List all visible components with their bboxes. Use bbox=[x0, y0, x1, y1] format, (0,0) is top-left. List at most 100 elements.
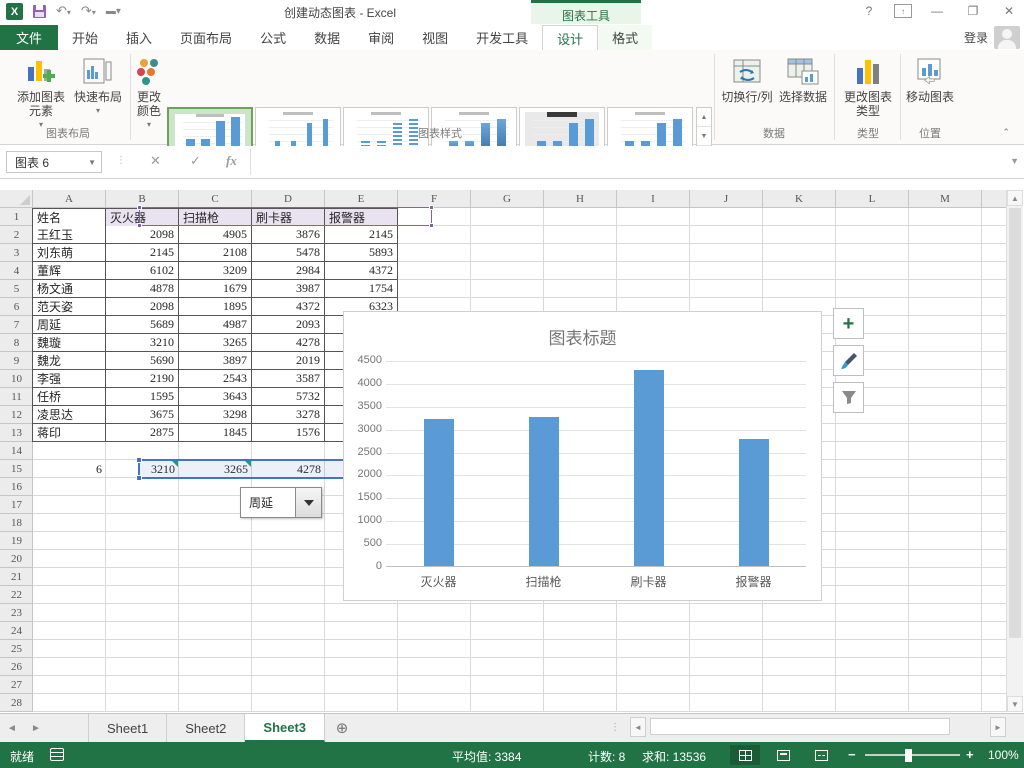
row-header-3[interactable]: 3 bbox=[0, 244, 33, 262]
enter-formula-icon[interactable]: ✓ bbox=[190, 153, 201, 169]
column-header-M[interactable]: M bbox=[909, 190, 982, 207]
chart-filters-button[interactable] bbox=[833, 382, 864, 413]
cell[interactable]: 1754 bbox=[325, 280, 398, 298]
cell[interactable]: 6102 bbox=[106, 262, 179, 280]
zoom-slider-thumb[interactable] bbox=[905, 749, 912, 762]
cell[interactable]: 5690 bbox=[106, 352, 179, 370]
row-header-16[interactable]: 16 bbox=[0, 478, 33, 496]
cell[interactable]: 3587 bbox=[252, 370, 325, 388]
column-header-C[interactable]: C bbox=[179, 190, 252, 207]
cell[interactable]: 3987 bbox=[252, 280, 325, 298]
cell[interactable]: 3209 bbox=[179, 262, 252, 280]
cell[interactable]: 姓名 bbox=[32, 208, 106, 227]
cell[interactable]: 3675 bbox=[106, 406, 179, 424]
row-header-15[interactable]: 15 bbox=[0, 460, 33, 478]
cell[interactable]: 3210 bbox=[106, 334, 179, 352]
tab-格式[interactable]: 格式 bbox=[598, 25, 652, 50]
cell[interactable]: 4372 bbox=[252, 298, 325, 316]
cell[interactable]: 范天姿 bbox=[32, 298, 106, 316]
zoom-in-button[interactable]: + bbox=[966, 747, 974, 762]
row-header-24[interactable]: 24 bbox=[0, 622, 33, 640]
cell[interactable]: 凌思达 bbox=[32, 406, 106, 424]
row-header-9[interactable]: 9 bbox=[0, 352, 33, 370]
tab-页面布局[interactable]: 页面布局 bbox=[166, 25, 246, 50]
row-header-12[interactable]: 12 bbox=[0, 406, 33, 424]
splitter-grip[interactable]: ⋮ bbox=[610, 722, 620, 733]
help-icon[interactable]: ? bbox=[858, 2, 880, 20]
column-header-D[interactable]: D bbox=[252, 190, 325, 207]
chart-bar[interactable] bbox=[633, 370, 664, 566]
column-header-E[interactable]: E bbox=[325, 190, 398, 207]
select-data-button[interactable]: 选择数据 bbox=[776, 56, 830, 104]
chart-title[interactable]: 图表标题 bbox=[344, 324, 821, 349]
tab-file[interactable]: 文件 bbox=[0, 25, 59, 50]
excel-logo-icon[interactable]: X bbox=[6, 3, 23, 20]
cell[interactable]: 1845 bbox=[179, 424, 252, 442]
row-header-2[interactable]: 2 bbox=[0, 226, 33, 244]
row-header-25[interactable]: 25 bbox=[0, 640, 33, 658]
row-header-14[interactable]: 14 bbox=[0, 442, 33, 460]
cell[interactable]: 3278 bbox=[252, 406, 325, 424]
column-header-A[interactable]: A bbox=[33, 190, 106, 207]
scroll-left-icon[interactable]: ◄ bbox=[630, 717, 646, 737]
tab-视图[interactable]: 视图 bbox=[408, 25, 462, 50]
horizontal-scroll-thumb[interactable] bbox=[650, 718, 950, 735]
cell[interactable]: 4905 bbox=[179, 226, 252, 244]
cell[interactable]: 2190 bbox=[106, 370, 179, 388]
cell[interactable]: 2543 bbox=[179, 370, 252, 388]
row-header-17[interactable]: 17 bbox=[0, 496, 33, 514]
row-header-26[interactable]: 26 bbox=[0, 658, 33, 676]
cell[interactable]: 王红玉 bbox=[32, 226, 106, 244]
cell[interactable]: 扫描枪 bbox=[179, 208, 252, 227]
cell[interactable]: 3876 bbox=[252, 226, 325, 244]
row-header-20[interactable]: 20 bbox=[0, 550, 33, 568]
cell[interactable]: 2145 bbox=[106, 244, 179, 262]
cell[interactable]: 4987 bbox=[179, 316, 252, 334]
cell[interactable]: 3643 bbox=[179, 388, 252, 406]
column-header-H[interactable]: H bbox=[544, 190, 617, 207]
change-chart-type-button[interactable]: 更改图表类型 bbox=[840, 56, 896, 118]
row-header-1[interactable]: 1 bbox=[0, 208, 33, 226]
row-header-13[interactable]: 13 bbox=[0, 424, 33, 442]
tab-开始[interactable]: 开始 bbox=[58, 25, 112, 50]
vertical-scroll-thumb[interactable] bbox=[1009, 208, 1021, 638]
normal-view-button[interactable] bbox=[730, 745, 760, 765]
gallery-scroll-down-icon[interactable]: ▼ bbox=[697, 127, 711, 146]
undo-icon[interactable]: ↶▾ bbox=[56, 4, 71, 19]
row-header-23[interactable]: 23 bbox=[0, 604, 33, 622]
macro-record-icon[interactable] bbox=[50, 748, 64, 761]
sheet-nav-left-icon[interactable]: ◄ bbox=[0, 714, 24, 742]
row-header-5[interactable]: 5 bbox=[0, 280, 33, 298]
new-sheet-button[interactable]: ⊕ bbox=[325, 714, 359, 742]
cell[interactable]: 5893 bbox=[325, 244, 398, 262]
tab-公式[interactable]: 公式 bbox=[246, 25, 300, 50]
column-header-K[interactable]: K bbox=[763, 190, 836, 207]
chart-elements-button[interactable]: + bbox=[833, 308, 864, 339]
scroll-up-icon[interactable]: ▲ bbox=[1007, 190, 1023, 206]
cell[interactable]: 3265 bbox=[179, 460, 252, 478]
cell[interactable]: 2108 bbox=[179, 244, 252, 262]
name-box[interactable]: 图表 6 ▼ bbox=[6, 151, 102, 173]
cell[interactable]: 刘东萌 bbox=[32, 244, 106, 262]
name-box-caret-icon[interactable]: ▼ bbox=[88, 158, 96, 167]
cell[interactable]: 6 bbox=[33, 460, 106, 478]
cancel-formula-icon[interactable]: ✕ bbox=[150, 153, 161, 169]
row-header-7[interactable]: 7 bbox=[0, 316, 33, 334]
move-chart-button[interactable]: 移动图表 bbox=[904, 56, 956, 104]
chart-bar[interactable] bbox=[528, 416, 559, 566]
row-header-6[interactable]: 6 bbox=[0, 298, 33, 316]
expand-formula-bar-icon[interactable]: ▼ bbox=[1010, 156, 1019, 166]
tab-插入[interactable]: 插入 bbox=[112, 25, 166, 50]
name-combo-box[interactable]: 周延 bbox=[240, 487, 322, 518]
column-header-L[interactable]: L bbox=[836, 190, 909, 207]
cell[interactable]: 3265 bbox=[179, 334, 252, 352]
cell[interactable]: 4278 bbox=[252, 334, 325, 352]
cell[interactable]: 2098 bbox=[106, 298, 179, 316]
chart-bar[interactable] bbox=[423, 419, 454, 566]
row-header-8[interactable]: 8 bbox=[0, 334, 33, 352]
add-chart-element-button[interactable]: 添加图表元素 ▾ bbox=[12, 56, 70, 132]
cell[interactable]: 1595 bbox=[106, 388, 179, 406]
cell[interactable]: 5478 bbox=[252, 244, 325, 262]
column-header-F[interactable]: F bbox=[398, 190, 471, 207]
cell[interactable]: 李强 bbox=[32, 370, 106, 388]
